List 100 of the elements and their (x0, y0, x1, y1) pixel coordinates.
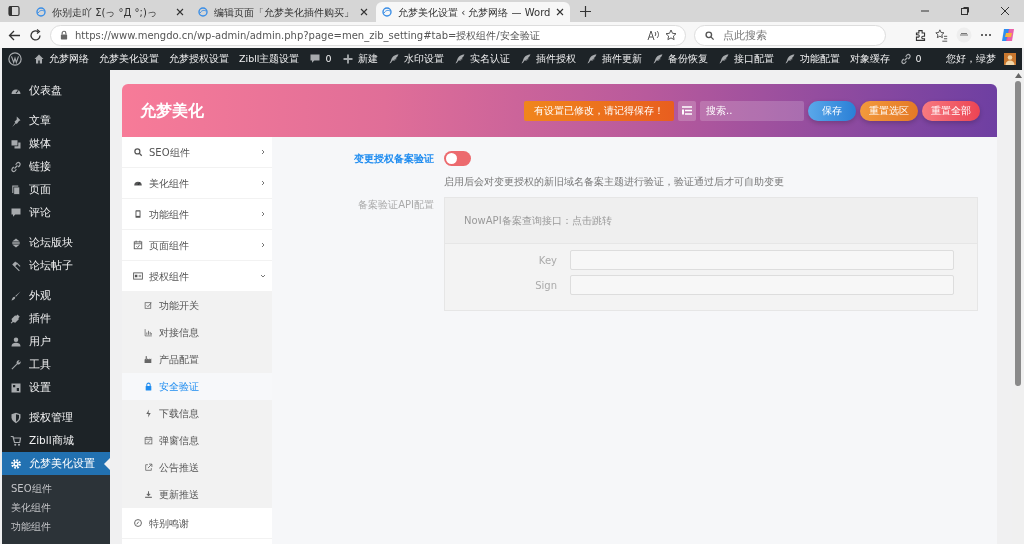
sidebar-item[interactable]: Zibll商城 (2, 429, 110, 452)
nav-subitem[interactable]: 更新推送 (122, 481, 272, 508)
sidebar-item[interactable]: 文章 (2, 109, 110, 132)
address-bar[interactable]: https://www.mengdo.cn/wp-admin/admin.php?page=men_zib_setting#tab=授权组件/安全验证 (50, 24, 686, 46)
copilot-icon[interactable] (1000, 27, 1016, 43)
close-icon[interactable] (1000, 6, 1010, 16)
feather-icon (453, 53, 466, 65)
panel-title: 允梦美化 (140, 99, 204, 122)
sidebar-item[interactable]: 工具 (2, 353, 110, 376)
sidebar-item[interactable]: 外观 (2, 284, 110, 307)
feather-icon (387, 53, 400, 65)
sidebar-item[interactable]: 授权管理 (2, 406, 110, 429)
admin-bar-item[interactable]: Zibll主题设置 (234, 51, 305, 67)
checkbox-icon (144, 301, 153, 310)
admin-bar-item[interactable]: 对象缓存 (844, 51, 895, 67)
new-tab-icon[interactable] (580, 6, 592, 17)
toggle-switch[interactable] (444, 151, 471, 166)
feather-icon (783, 53, 796, 65)
admin-bar-item[interactable]: 实名认证 (448, 51, 515, 67)
gauge-icon (133, 518, 143, 528)
search-icon (704, 29, 715, 41)
calendar-icon (133, 240, 143, 250)
avatar (1004, 53, 1016, 65)
feather-icon (585, 53, 598, 65)
sidebar-item[interactable]: 论坛帖子 (2, 254, 110, 277)
admin-bar-item[interactable]: 插件授权 (514, 51, 581, 67)
profile-icon[interactable] (956, 27, 972, 43)
browser-tab[interactable]: 编辑页面「允梦美化插件购买」 (192, 2, 374, 22)
refresh-icon[interactable] (29, 28, 42, 42)
url-text: https://www.mengdo.cn/wp-admin/admin.php?page=men_zib_setting#tab=授权组件/安全验证 (75, 28, 541, 43)
id-card-icon (133, 271, 143, 281)
wrench-icon (10, 358, 22, 371)
sidebar-item[interactable]: 仪表盘 (2, 79, 110, 102)
admin-bar-item[interactable]: 0 (894, 51, 927, 67)
input-field[interactable] (570, 275, 954, 295)
greeting-link[interactable]: 您好，绿梦 (941, 51, 1001, 67)
close-icon[interactable] (176, 8, 184, 16)
settings-icon (10, 381, 22, 394)
comment-icon (10, 206, 22, 219)
sidebar-item[interactable]: 插件 (2, 307, 110, 330)
globe-icon (36, 7, 46, 17)
sidebar-item[interactable]: 链接 (2, 155, 110, 178)
nav-subitem[interactable]: 弹窗信息 (122, 427, 272, 454)
admin-bar-item[interactable]: 备份恢复 (646, 51, 713, 67)
sidebar-item[interactable]: 论坛版块 (2, 231, 110, 254)
nav-subitem[interactable]: 功能开关 (122, 292, 272, 319)
nav-subitem[interactable]: 产品配置 (122, 346, 272, 373)
maximize-icon[interactable] (960, 6, 970, 16)
nav-subitem[interactable]: 下载信息 (122, 400, 272, 427)
admin-bar-item[interactable]: 新建 (336, 51, 383, 67)
star-icon[interactable] (665, 29, 677, 41)
back-icon[interactable] (8, 28, 21, 42)
bolt-icon (144, 409, 153, 418)
admin-bar-item[interactable]: 插件更新 (580, 51, 647, 67)
favorites-icon[interactable] (935, 28, 948, 42)
list-button[interactable] (678, 100, 696, 121)
admin-bar-item[interactable]: 功能配置 (778, 51, 845, 67)
download-icon (144, 490, 153, 499)
admin-bar-item[interactable]: 允梦授权设置 (164, 51, 234, 67)
submenu-item[interactable]: 美化组件 (2, 498, 110, 517)
admin-bar-item[interactable]: 水印设置 (382, 51, 449, 67)
wordpress-logo[interactable] (8, 52, 22, 66)
scrollbar-thumb[interactable] (1015, 81, 1021, 386)
extensions-icon[interactable] (914, 28, 927, 42)
plus-icon (341, 53, 354, 65)
nav-subitem[interactable]: 对接信息 (122, 319, 272, 346)
close-icon[interactable] (556, 8, 565, 16)
gear-icon (10, 457, 22, 470)
submenu-item[interactable]: SEO组件 (2, 479, 110, 498)
pointer-icon (104, 458, 110, 470)
feather-icon (519, 53, 532, 65)
input-label: Key (537, 253, 558, 268)
nav-subitem[interactable]: 公告推送 (122, 454, 272, 481)
submenu-item[interactable]: 功能组件 (2, 517, 110, 536)
search-icon (133, 147, 143, 157)
shield-icon (10, 411, 22, 424)
sidebar-item[interactable]: 用户 (2, 330, 110, 353)
sidebar-toggle-icon[interactable] (8, 5, 20, 17)
browser-tab[interactable]: 允梦美化设置 ‹ 允梦网络 — Word (376, 2, 571, 22)
input-field[interactable] (570, 250, 954, 270)
browser-tab[interactable]: 你别走吖 Σ(っ °Д °;)っ (30, 2, 190, 22)
scroll-up-icon[interactable] (1014, 73, 1022, 78)
field-label: 备案验证API配置 (357, 198, 435, 212)
sidebar-item[interactable]: 媒体 (2, 132, 110, 155)
search-field[interactable]: 点此搜索 (694, 24, 886, 46)
close-icon[interactable] (360, 8, 368, 16)
globe-icon (198, 7, 208, 17)
sidebar-item[interactable]: 允梦美化设置 (2, 452, 110, 475)
feather-icon (651, 53, 664, 65)
read-aloud-icon[interactable] (647, 29, 659, 41)
sidebar-item[interactable]: 设置 (2, 376, 110, 399)
admin-bar-item[interactable]: 允梦美化设置 (94, 51, 164, 67)
admin-bar-item[interactable]: 0 (304, 51, 337, 67)
admin-bar-item[interactable]: 接口配置 (712, 51, 779, 67)
admin-bar-item[interactable]: 允梦网络 (28, 51, 94, 67)
sidebar-item[interactable]: 评论 (2, 201, 110, 224)
comment-icon (309, 53, 322, 65)
sidebar-item[interactable]: 页面 (2, 178, 110, 201)
lock-icon (144, 382, 153, 391)
forum-icon (10, 236, 22, 249)
